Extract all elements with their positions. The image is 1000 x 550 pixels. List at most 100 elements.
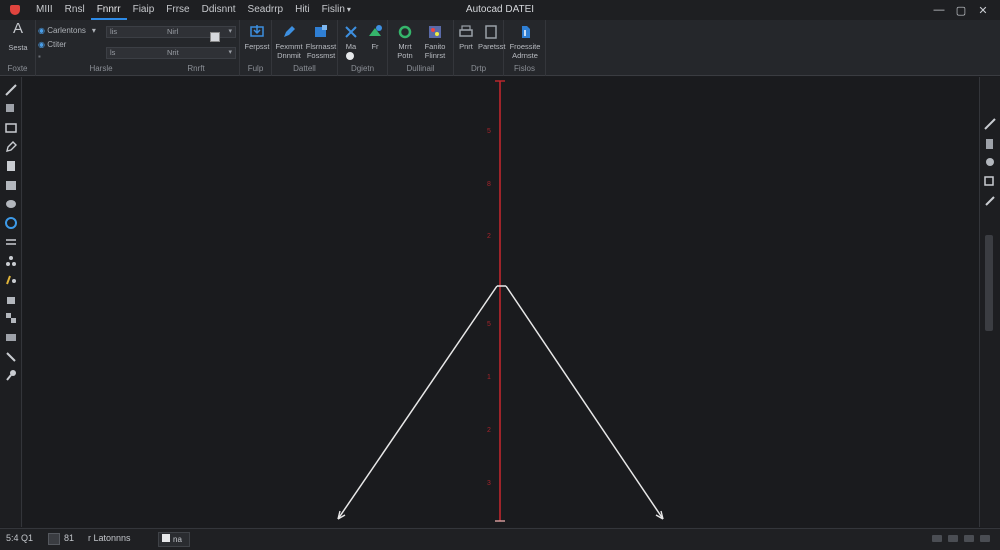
menu-item-0[interactable]: MIII (30, 0, 59, 20)
right-toolbar (979, 77, 1000, 527)
ribbon-button-8-label: Paretsst (478, 42, 506, 51)
chevron-down-icon: ▾ (346, 5, 351, 14)
brush-tool-icon[interactable] (4, 368, 18, 382)
close-button[interactable]: ✕ (972, 4, 994, 17)
snap-toggle-icon[interactable] (346, 52, 354, 60)
axis-label: 3 (487, 480, 491, 487)
ribbon-group-build: Mrrt Potn Fanito Flinrst Dullinail (388, 20, 454, 76)
rectangle-tool-icon[interactable] (4, 121, 18, 135)
refresh-icon (398, 25, 412, 39)
ribbon-group-label: Drtp (470, 64, 487, 73)
vertical-scrollbar[interactable] (985, 235, 993, 331)
box-tool-icon[interactable] (4, 178, 18, 192)
layout-tab[interactable]: na (158, 532, 190, 547)
minimize-button[interactable]: — (928, 4, 950, 16)
status-icon-1[interactable] (932, 535, 942, 542)
axis-label: 5 (487, 128, 491, 135)
layer-select-value: Nirl (167, 27, 179, 36)
ribbon-group-files: Froessite Adrnste Fislos (504, 20, 546, 76)
autocad-window: MIII Rnsl Fnnrr Fiaip Frrse Ddisnnt Sead… (0, 0, 1000, 550)
copy-icon[interactable] (983, 174, 997, 188)
ribbon-button-2-label: Flsrnasst Fossmst (305, 42, 337, 60)
ribbon-group-label: Fislos (514, 64, 535, 73)
move-icon (369, 25, 382, 36)
ribbon-button-2[interactable]: Flsrnasst Fossmst (304, 24, 338, 60)
property-line-2[interactable]: ◉ Ctiter (38, 40, 66, 49)
status-icon-2[interactable] (948, 535, 958, 542)
ribbon-button-7[interactable]: Pnrt (454, 24, 478, 51)
right-line (505, 285, 664, 520)
menu-item-7[interactable]: Hiti (289, 0, 315, 20)
ribbon-button-3[interactable]: Ma (338, 24, 364, 51)
ribbon-group-edit: Ma Fr Dgietn (338, 20, 388, 76)
view-icon[interactable] (983, 155, 997, 169)
drawing-canvas[interactable]: 5 8 2 5 1 2 3 (23, 77, 979, 527)
ellipse-tool-icon[interactable] (4, 197, 18, 211)
document-icon (485, 25, 497, 39)
menu-item-6[interactable]: Seadrrp (242, 0, 290, 20)
layer-icon[interactable] (983, 137, 997, 151)
group-tool-icon[interactable] (4, 311, 18, 325)
points-tool-icon[interactable] (4, 254, 18, 268)
grid-toggle-icon[interactable] (48, 533, 60, 545)
ribbon-button-0[interactable]: Ferpsst (240, 24, 274, 51)
hatch-tool-icon[interactable] (4, 235, 18, 249)
ribbon-group-print: Pnrt Paretsst Drtp (454, 20, 506, 76)
palette-icon (429, 26, 441, 38)
ribbon-group-label: Dgietn (350, 64, 375, 73)
import-icon (250, 25, 264, 37)
dimension-tool-icon[interactable] (4, 273, 18, 287)
export-icon (522, 26, 530, 38)
property-line-1[interactable]: ◉ Carlentons ▾ (38, 26, 96, 35)
line-tool-icon[interactable] (4, 83, 18, 97)
ribbon-button-8[interactable]: Paretsst (478, 24, 506, 51)
ribbon-button-3-label: Ma (345, 42, 357, 51)
measure-icon[interactable] (983, 117, 997, 131)
pen-icon (284, 26, 295, 37)
polyline-tool-icon[interactable] (4, 102, 18, 116)
ribbon-button-0-label: Ferpsst (244, 42, 270, 51)
layout-label[interactable]: r Latonnns (88, 533, 131, 543)
wrench-tool-icon[interactable] (4, 349, 18, 363)
ribbon-button-5[interactable]: Mrrt Potn (388, 24, 422, 60)
ribbon-group-help: Ferpsst Fulp (240, 20, 272, 76)
bullet-icon: ◉ (38, 26, 48, 35)
pencil-icon[interactable] (983, 194, 997, 208)
menu-item-1[interactable]: Rnsl (59, 0, 91, 20)
insert-tool-icon[interactable] (4, 292, 18, 306)
ribbon-button-1-label: Fexmmt Dnnmit (275, 42, 303, 60)
style-select[interactable]: ls Nrit ▾ (106, 47, 236, 59)
chevron-down-icon: ▾ (228, 49, 232, 56)
menu-item-3[interactable]: Fiaip (127, 0, 161, 20)
table-tool-icon[interactable] (4, 330, 18, 344)
status-icon-3[interactable] (964, 535, 974, 542)
x-close-icon (345, 26, 357, 38)
ribbon-group-label: Dattell (293, 64, 316, 73)
left-line (337, 285, 498, 520)
print-icon (459, 25, 473, 37)
ribbon-group-label: Fulp (247, 64, 264, 73)
pencil-tool-icon[interactable] (4, 140, 18, 154)
property-line-1-label: Carlentons (47, 26, 86, 35)
ribbon-button-4[interactable]: Fr (362, 24, 388, 51)
ribbon-button-1[interactable]: Fexmmt Dnnmit (272, 24, 306, 60)
circle-tool-icon[interactable] (4, 216, 18, 230)
style-select-value: Nrit (167, 48, 179, 57)
tab-square-icon (162, 534, 170, 542)
maximize-button[interactable]: ▢ (950, 4, 972, 17)
app-logo-icon[interactable] (10, 5, 20, 15)
menu-item-2[interactable]: Fnnrr (90, 0, 127, 20)
ribbon-button-9[interactable]: Froessite Adrnste (506, 24, 544, 60)
menu-item-8[interactable]: Fislin ▾ (316, 0, 357, 20)
ribbon-button-6[interactable]: Fanito Flinrst (418, 24, 452, 60)
ribbon-button-9-label: Froessite Adrnste (509, 42, 541, 60)
status-icon-4[interactable] (980, 535, 990, 542)
menu-item-5[interactable]: Ddisnnt (196, 0, 242, 20)
title-bar: MIII Rnsl Fnnrr Fiaip Frrse Ddisnnt Sead… (0, 0, 1000, 20)
page-tool-icon[interactable] (4, 159, 18, 173)
menu-item-4[interactable]: Frrse (160, 0, 195, 20)
style-select-label: ls (110, 48, 116, 57)
ribbon-button-7-label: Pnrt (459, 42, 473, 51)
ribbon-group-label: Foxte (7, 64, 28, 73)
text-tool-button[interactable]: A Sesta (1, 21, 35, 52)
